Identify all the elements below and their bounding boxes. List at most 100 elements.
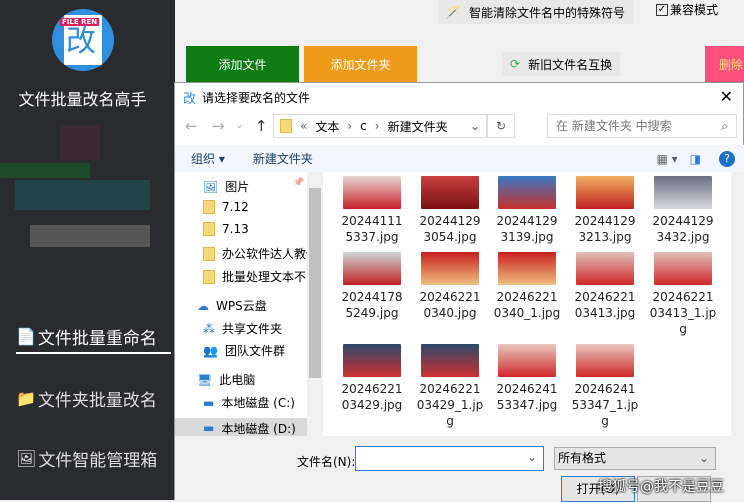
file-item[interactable]: 20246241 53347_1.jp g: [566, 344, 644, 429]
filename-input[interactable]: ⌄: [355, 446, 544, 471]
nav-item[interactable]: ▬ 本地磁盘 (C:): [203, 394, 295, 411]
file-name: 53347.jpg: [496, 398, 558, 412]
file-name: 5337.jpg: [345, 230, 399, 244]
forward-icon[interactable]: →: [212, 117, 225, 135]
compat-mode-checkbox[interactable]: ✓ 兼容模式: [656, 1, 718, 18]
file-name: 20246221: [341, 382, 403, 396]
magic-wand-icon: 🪄: [446, 5, 461, 19]
nav-scrollbar-thumb[interactable]: [309, 188, 321, 378]
file-name: g: [601, 414, 609, 428]
nav-item[interactable]: 👥 团队文件群: [203, 342, 285, 359]
file-item[interactable]: 20246221 03429_1.jp g: [411, 344, 489, 429]
sidebar-item-folder-rename[interactable]: 📁 文件夹批量改名: [16, 386, 176, 411]
file-name: 3213.jpg: [578, 230, 632, 244]
image-thumbnail: [498, 176, 556, 209]
file-item[interactable]: 20246221 0340.jpg: [411, 252, 489, 321]
view-options-icon[interactable]: ▦ ▾: [656, 152, 677, 166]
file-item[interactable]: 20246221 03413.jpg: [566, 252, 644, 321]
file-name: 20246241: [574, 382, 636, 396]
file-item[interactable]: 20246221 0340_1.jpg: [488, 252, 566, 321]
file-name: 3054.jpg: [423, 230, 477, 244]
file-item[interactable]: 20244129 3213.jpg: [566, 176, 644, 245]
blurred-region: [0, 163, 90, 178]
file-name: 20244129: [496, 214, 558, 228]
sidebar-item-file-manager[interactable]: 🖼 文件智能管理箱: [16, 446, 176, 471]
folder-icon: [203, 246, 215, 261]
pictures-icon: 🖼: [203, 179, 219, 194]
nav-item[interactable]: 🖥 此电脑: [197, 371, 255, 388]
swap-names-button[interactable]: ⟳ 新旧文件名互换: [502, 52, 621, 76]
sidebar-item-file-rename[interactable]: 📄 文件批量重命名: [16, 324, 171, 354]
close-button[interactable]: ✕: [720, 87, 733, 106]
nav-item[interactable]: 7.13: [203, 222, 249, 236]
nav-item[interactable]: ⁂ 共享文件夹: [203, 320, 282, 337]
computer-icon: 🖥: [197, 372, 213, 387]
file-name: 20244129: [419, 214, 481, 228]
up-icon[interactable]: ↑: [255, 117, 268, 135]
nav-item[interactable]: 🖼 图片: [203, 178, 249, 195]
file-name: 03413_1.jp: [649, 306, 717, 320]
dialog-titlebar: 改请选择要改名的文件: [175, 83, 744, 111]
file-item[interactable]: 20244111 5337.jpg: [333, 176, 411, 245]
help-icon[interactable]: ?: [719, 150, 735, 167]
file-name: 20246221: [496, 290, 558, 304]
file-item[interactable]: 20244178 5249.jpg: [333, 252, 411, 321]
file-name: 03429.jpg: [341, 398, 403, 412]
file-item[interactable]: 20246221 03413_1.jp g: [644, 252, 722, 337]
preview-pane-icon[interactable]: ◨: [690, 152, 701, 166]
add-file-button[interactable]: 添加文件: [186, 46, 299, 83]
folder-icon: [203, 200, 215, 214]
file-item[interactable]: 20244129 3139.jpg: [488, 176, 566, 245]
file-item[interactable]: 20246241 53347.jpg: [488, 344, 566, 413]
nav-item[interactable]: ▬ 本地磁盘 (D:): [175, 418, 307, 436]
file-open-dialog: 改请选择要改名的文件 ✕ ← → ⌄ ↑ « 文本 › c › 新建文件夹 ⌄ …: [174, 82, 744, 502]
file-name: 03413.jpg: [574, 306, 636, 320]
image-thumbnail: [343, 176, 401, 209]
image-thumbnail: [421, 344, 479, 377]
delete-button[interactable]: 删除: [705, 46, 744, 83]
file-name: 20244111: [341, 214, 403, 228]
folder-icon: [280, 119, 292, 133]
content-scrollbar[interactable]: [731, 172, 744, 436]
image-thumbnail: [654, 176, 712, 209]
pin-icon: 📌: [293, 178, 305, 188]
folder-icon: [203, 269, 215, 284]
cloud-icon: ☁: [197, 298, 209, 313]
image-thumbnail: [576, 176, 634, 209]
address-path[interactable]: « 文本 › c › 新建文件夹 ⌄: [273, 114, 487, 138]
file-item[interactable]: 20246221 03429.jpg: [333, 344, 411, 413]
file-name: 20244129: [574, 214, 636, 228]
nav-item[interactable]: ☁ WPS云盘: [197, 297, 267, 314]
app-logo: FILE REN 改: [52, 9, 114, 71]
image-thumbnail: [498, 344, 556, 377]
image-thumbnail: [576, 344, 634, 377]
folder-icon: [203, 222, 215, 236]
add-folder-button[interactable]: 添加文件夹: [304, 46, 417, 83]
refresh-button[interactable]: ↻: [487, 114, 515, 138]
file-name: 20246221: [419, 290, 481, 304]
file-name: 20244129: [652, 214, 714, 228]
team-icon: 👥: [203, 343, 218, 358]
nav-item[interactable]: 7.12: [203, 200, 249, 214]
new-folder-button[interactable]: 新建文件夹: [253, 150, 313, 167]
clean-symbols-button[interactable]: 🪄 智能清除文件名中的特殊符号: [438, 0, 633, 24]
recent-dropdown-icon[interactable]: ⌄: [235, 120, 243, 131]
search-input[interactable]: 在 新建文件夹 中搜索 ⌕: [547, 114, 737, 138]
file-name: 03429_1.jp: [416, 398, 484, 412]
file-item[interactable]: 20244129 3054.jpg: [411, 176, 489, 245]
back-icon[interactable]: ←: [185, 117, 198, 135]
chevron-down-icon[interactable]: ⌄: [527, 450, 537, 464]
search-icon: ⌕: [721, 119, 728, 133]
organize-menu[interactable]: 组织 ▾: [191, 150, 225, 167]
file-item[interactable]: 20244129 3432.jpg: [644, 176, 722, 245]
chevron-down-icon[interactable]: ⌄: [470, 119, 480, 133]
nav-item[interactable]: 批量处理文本不多: [203, 268, 318, 285]
app-icon: 改: [183, 91, 197, 107]
filetype-select[interactable]: 所有格式 ⌄: [554, 447, 716, 470]
image-thumbnail: [498, 252, 556, 285]
file-list: 20244111 5337.jpg 20244129 3054.jpg 20244129…: [323, 172, 731, 436]
nav-item[interactable]: 办公软件达人教他: [203, 245, 318, 262]
file-name: 20244178: [341, 290, 403, 304]
file-name: 5249.jpg: [345, 306, 399, 320]
image-thumbnail: [421, 176, 479, 209]
